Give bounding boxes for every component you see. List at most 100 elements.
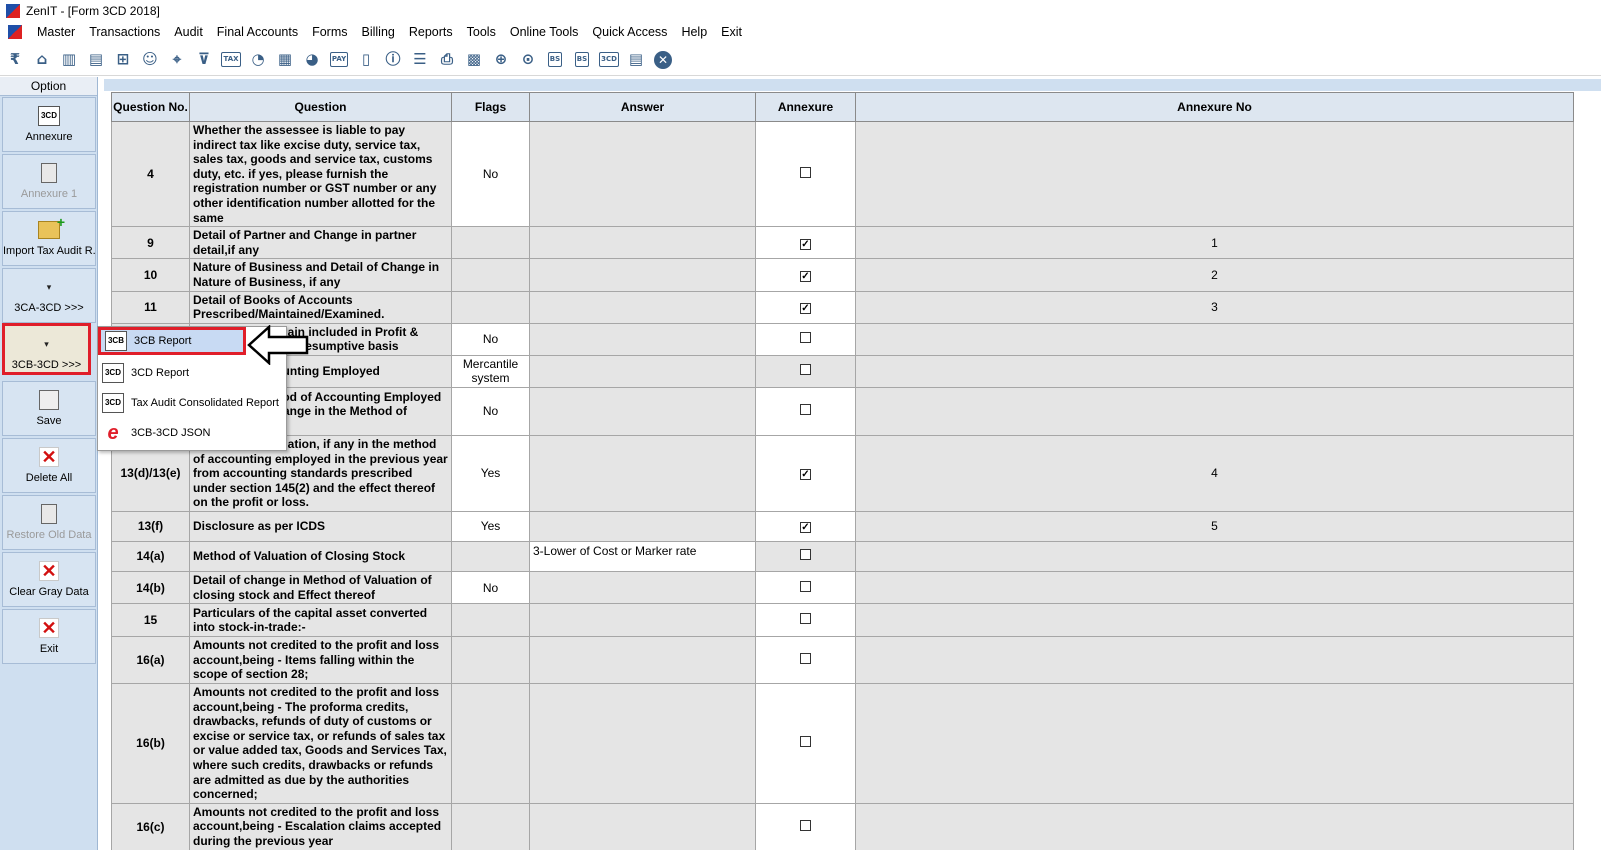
annexure-checkbox[interactable] — [800, 549, 811, 561]
flag-cell[interactable]: No — [451, 120, 530, 228]
sheet-icon[interactable]: ☰ — [409, 49, 431, 71]
column-header-question-no[interactable]: Question No. — [111, 92, 190, 122]
table-row[interactable]: 12Detail of Profit/Gain included in Prof… — [111, 322, 1574, 356]
flag-cell[interactable]: No — [451, 570, 530, 605]
gift-icon[interactable]: ⊞ — [112, 49, 134, 71]
annexure-checkbox-checked[interactable]: ✓ — [800, 303, 811, 315]
annexure-checkbox[interactable] — [800, 404, 811, 416]
table-row[interactable]: 13(b)/13(c)Change in Method of Accountin… — [111, 386, 1574, 436]
table-row[interactable]: 14(b) Detail of change in Method of Valua… — [111, 570, 1574, 605]
sidebar-button-save[interactable]: Save — [2, 381, 96, 436]
menu-item-3cb-report[interactable]: 3CB 3CB Report — [98, 327, 246, 355]
info-icon[interactable]: ⓘ — [382, 49, 404, 71]
annexure-checkbox[interactable] — [800, 364, 811, 376]
annexure-cell[interactable] — [755, 570, 856, 605]
pie-chart-icon[interactable]: ◕ — [301, 49, 323, 71]
column-header-annexure[interactable]: Annexure — [755, 92, 856, 122]
report-icon[interactable]: ▤ — [625, 49, 647, 71]
sidebar-button-annexure[interactable]: 3CD Annexure — [2, 97, 96, 152]
table-row[interactable]: 13(d)/13(e) Adjustment/Deviation, if any … — [111, 434, 1574, 512]
menu-online-tools[interactable]: Online Tools — [503, 22, 586, 42]
table-row[interactable]: 9 Detail of Partner and Change in partner… — [111, 226, 1574, 260]
calculator-icon[interactable]: ▦ — [274, 49, 296, 71]
annexure-cell[interactable]: ✓ — [755, 290, 856, 324]
flag-cell[interactable]: No — [451, 322, 530, 356]
building-icon[interactable]: ▤ — [85, 49, 107, 71]
tax-icon[interactable]: TAX — [220, 49, 242, 71]
annexure-cell[interactable]: ✓ — [755, 510, 856, 542]
flag-cell[interactable]: Mercantile system — [451, 354, 530, 388]
annexure-cell[interactable] — [755, 540, 856, 572]
column-header-answer[interactable]: Answer — [529, 92, 756, 122]
annexure-cell[interactable]: ✓ — [755, 226, 856, 260]
menu-quick-access[interactable]: Quick Access — [585, 22, 674, 42]
home-icon[interactable]: ⌂ — [31, 49, 53, 71]
column-header-question[interactable]: Question — [189, 92, 452, 122]
menu-master[interactable]: Master — [30, 22, 82, 42]
menu-transactions[interactable]: Transactions — [82, 22, 167, 42]
annexure-cell[interactable] — [755, 682, 856, 804]
pay-icon[interactable]: PAY — [328, 49, 350, 71]
column-header-annexure-no[interactable]: Annexure No — [855, 92, 1574, 122]
table-row[interactable]: 10 Nature of Business and Detail of Chang… — [111, 258, 1574, 292]
annexure-checkbox[interactable] — [800, 652, 811, 664]
sidebar-button-3cb-3cd[interactable]: ▾ 3CB-3CD >>> — [2, 323, 91, 375]
column-header-flags[interactable]: Flags — [451, 92, 530, 122]
annexure-checkbox[interactable] — [800, 580, 811, 592]
3cd-icon[interactable]: 3CD — [598, 49, 620, 71]
annexure-checkbox[interactable] — [800, 819, 811, 831]
annexure-cell[interactable] — [755, 636, 856, 684]
annexure-cell[interactable]: ✓ — [755, 258, 856, 292]
menu-item-3cb-3cd-json[interactable]: e 3CB-3CD JSON — [98, 419, 286, 447]
table-row[interactable]: 13(f) Disclosure as per ICDS Yes ✓ 5 — [111, 510, 1574, 542]
user-doc-icon[interactable]: ⎙ — [436, 49, 458, 71]
menu-forms[interactable]: Forms — [305, 22, 354, 42]
table-row[interactable]: 15 Particulars of the capital asset conve… — [111, 603, 1574, 638]
bs-icon[interactable]: BS — [544, 49, 566, 71]
calendar-icon[interactable]: ▩ — [463, 49, 485, 71]
sidebar-button-clear-gray-data[interactable]: ✕ Clear Gray Data — [2, 552, 96, 607]
annexure-checkbox-checked[interactable]: ✓ — [800, 522, 811, 534]
close-icon[interactable]: ✕ — [652, 49, 674, 71]
answer-cell[interactable]: 3-Lower of Cost or Marker rate — [529, 540, 756, 572]
annexure-checkbox[interactable] — [800, 613, 811, 625]
search-doc-icon[interactable]: ⊙ — [517, 49, 539, 71]
folder-add-icon[interactable]: ⊕ — [490, 49, 512, 71]
app-menu-icon[interactable] — [8, 25, 22, 39]
annexure-cell[interactable] — [755, 386, 856, 436]
annexure-checkbox-checked[interactable]: ✓ — [800, 469, 811, 481]
annexure-cell[interactable] — [755, 603, 856, 638]
pin-icon[interactable]: ⌖ — [166, 49, 188, 71]
bs-sch-icon[interactable]: BS — [571, 49, 593, 71]
flag-cell[interactable]: No — [451, 386, 530, 436]
sidebar-button-exit[interactable]: ✕ Exit — [2, 609, 96, 664]
sidebar-button-3ca-3cd[interactable]: ▾ 3CA-3CD >>> — [2, 268, 96, 323]
annexure-checkbox-checked[interactable]: ✓ — [800, 270, 811, 282]
annexure-cell[interactable] — [755, 354, 856, 388]
flag-cell[interactable]: Yes — [451, 510, 530, 542]
table-row[interactable]: 16(c) Amounts not credited to the profit … — [111, 802, 1574, 850]
annexure-cell[interactable]: ✓ — [755, 434, 856, 512]
table-row[interactable]: 11 Detail of Books of Accounts Prescribed… — [111, 290, 1574, 324]
menu-audit[interactable]: Audit — [167, 22, 210, 42]
menu-exit[interactable]: Exit — [714, 22, 749, 42]
menu-item-tax-audit-consolidated[interactable]: 3CD Tax Audit Consolidated Report — [98, 389, 286, 417]
menu-billing[interactable]: Billing — [355, 22, 402, 42]
bar-chart-icon[interactable]: ▥ — [58, 49, 80, 71]
sidebar-button-delete-all[interactable]: ✕ Delete All — [2, 438, 96, 493]
filter-icon[interactable]: ⊽ — [193, 49, 215, 71]
rupee-icon[interactable]: ₹ — [4, 49, 26, 71]
table-row[interactable]: 13(a)Method of Accounting EmployedMercan… — [111, 354, 1574, 388]
table-row[interactable]: 16(b) Amounts not credited to the profit … — [111, 682, 1574, 804]
annexure-checkbox[interactable] — [800, 736, 811, 748]
annexure-checkbox[interactable] — [800, 332, 811, 344]
book-icon[interactable]: ▯ — [355, 49, 377, 71]
users-icon[interactable]: ☺ — [139, 49, 161, 71]
flag-cell[interactable]: Yes — [451, 434, 530, 512]
menu-final-accounts[interactable]: Final Accounts — [210, 22, 305, 42]
table-row[interactable]: 16(a) Amounts not credited to the profit … — [111, 636, 1574, 684]
table-row[interactable]: 4 Whether the assessee is liable to pay i… — [111, 120, 1574, 228]
menu-tools[interactable]: Tools — [460, 22, 503, 42]
menu-reports[interactable]: Reports — [402, 22, 460, 42]
table-row[interactable]: 14(a) Method of Valuation of Closing Stoc… — [111, 540, 1574, 572]
